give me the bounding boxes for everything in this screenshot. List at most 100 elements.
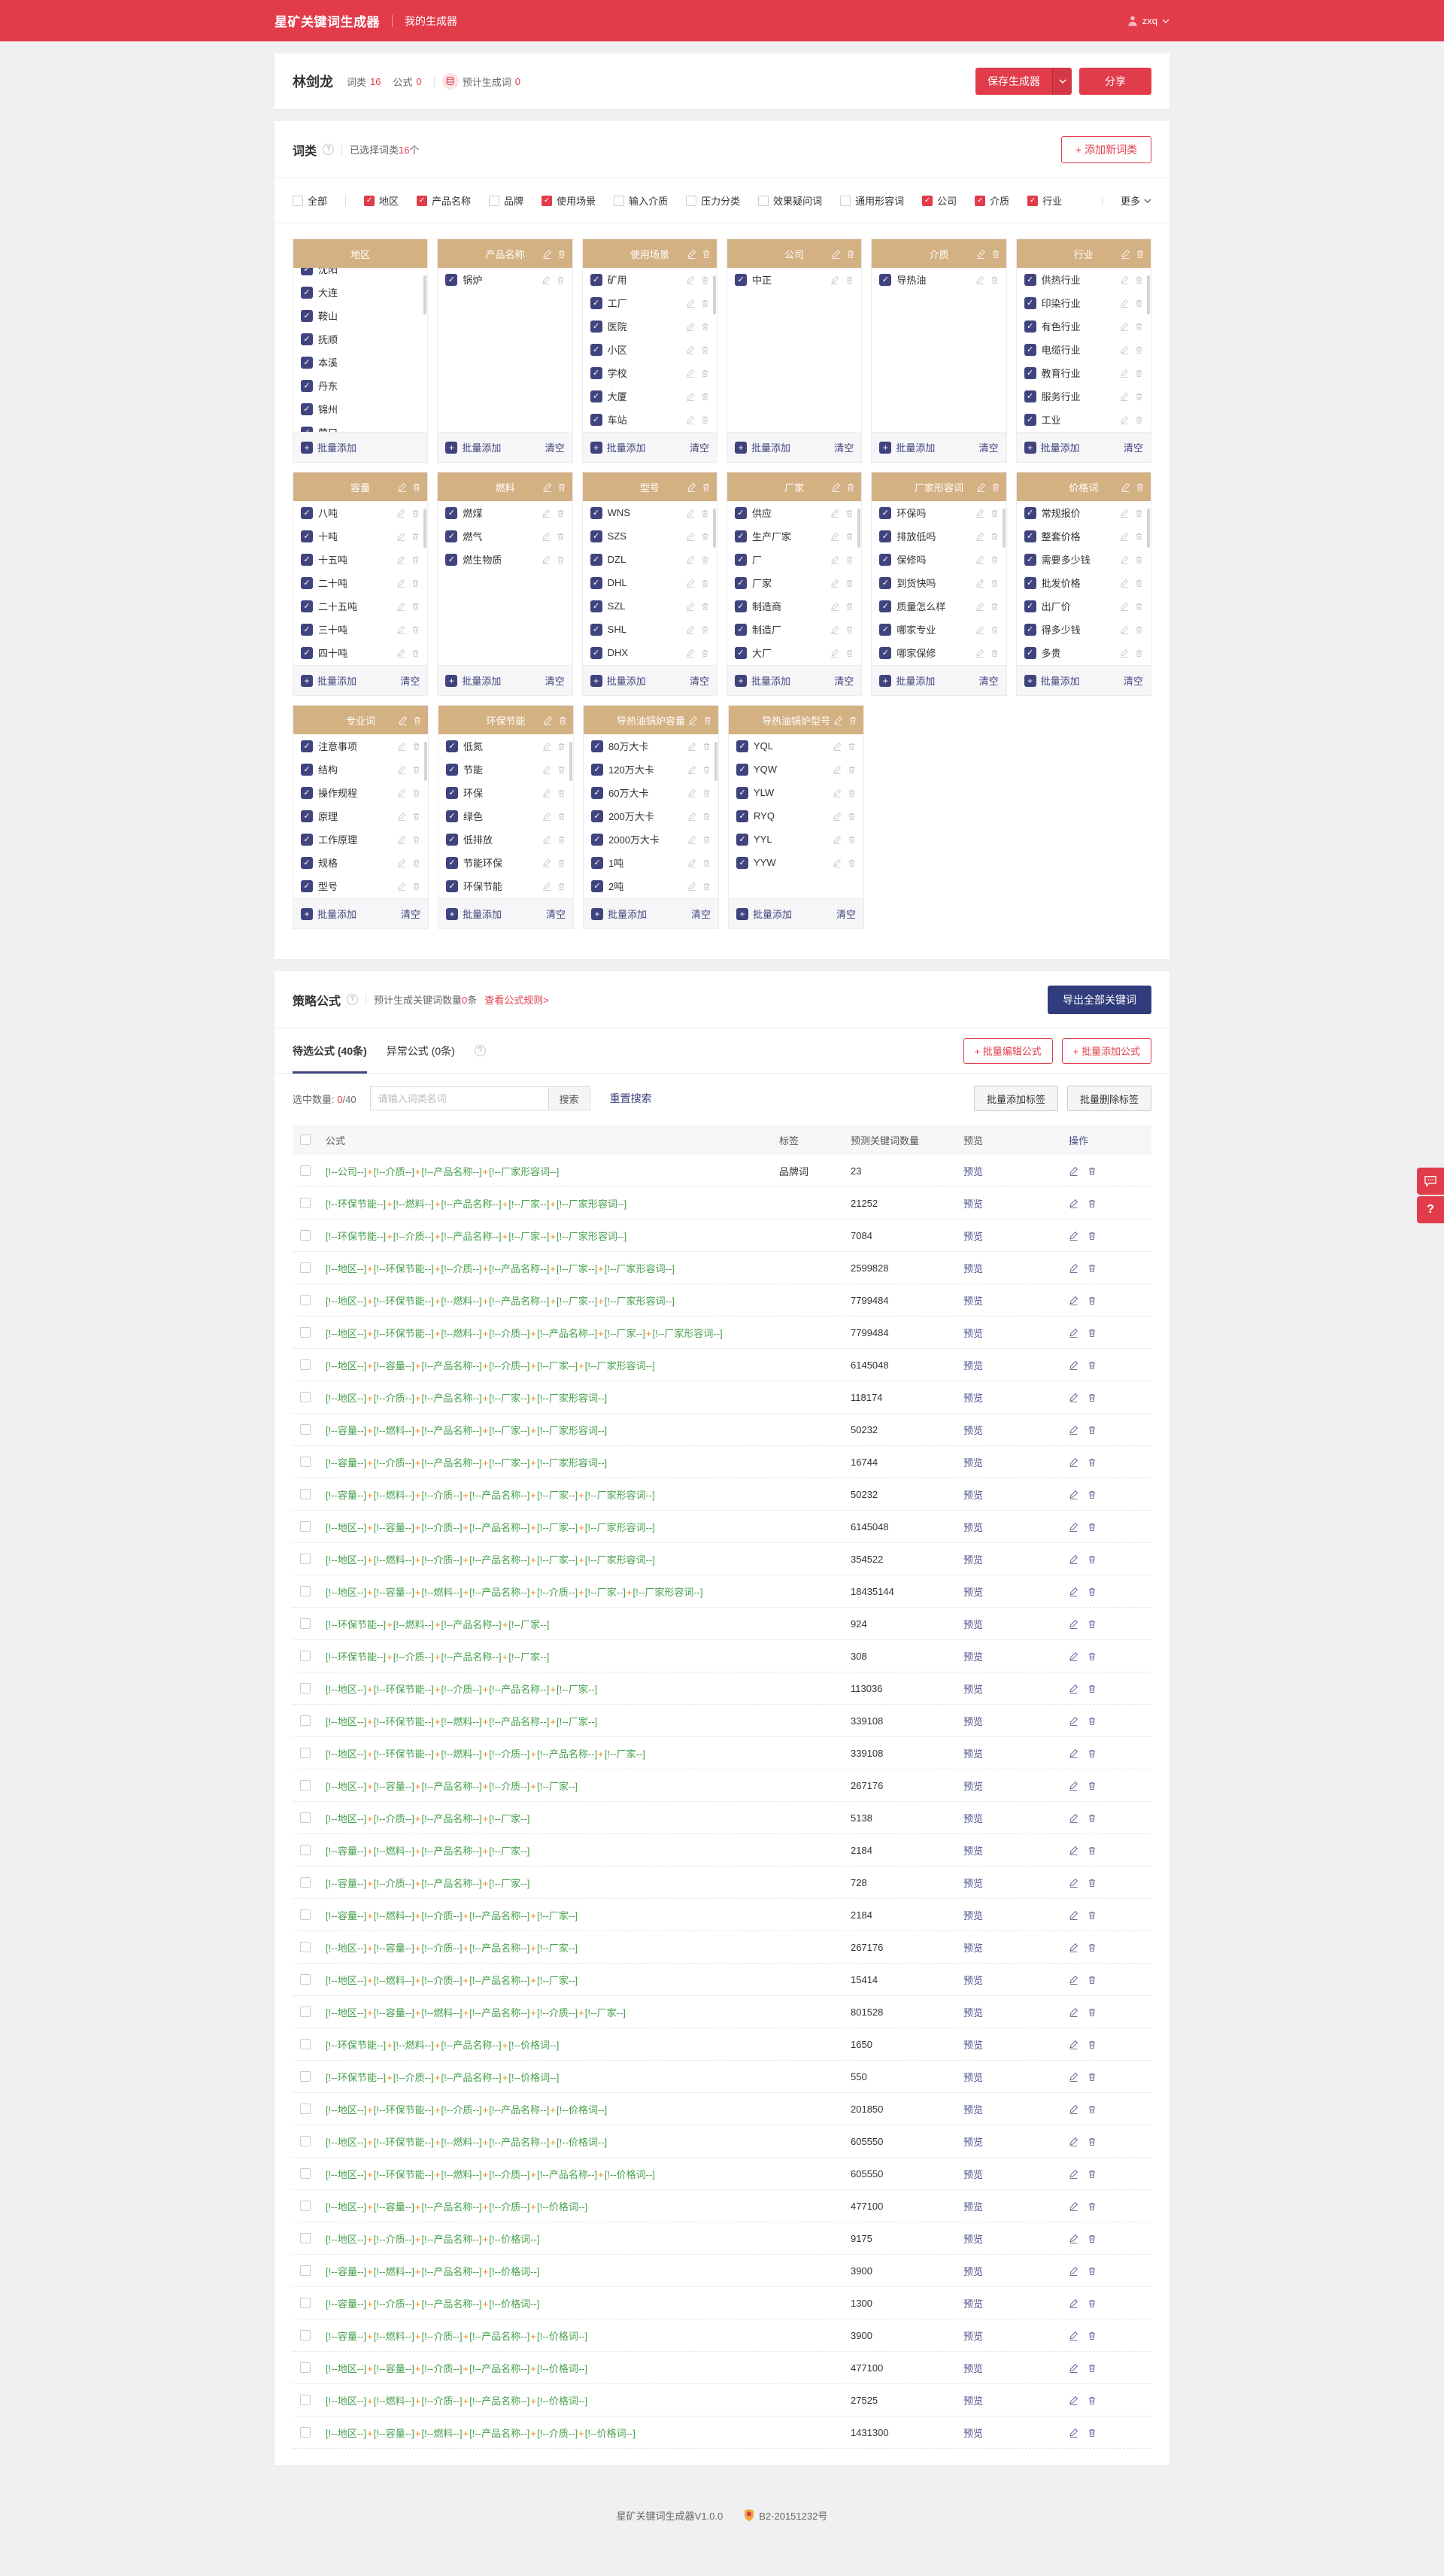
word-checkbox[interactable]: ✓ (446, 879, 458, 892)
edit-icon[interactable] (833, 765, 842, 774)
scrollbar[interactable] (423, 275, 427, 314)
edit-icon[interactable] (687, 788, 696, 797)
word-checkbox[interactable]: ✓ (879, 576, 892, 589)
word-checkbox[interactable]: ✓ (879, 646, 892, 659)
delete-icon[interactable] (411, 555, 420, 564)
word-checkbox[interactable]: ✓ (301, 833, 313, 846)
delete-icon[interactable] (848, 715, 857, 725)
delete-icon[interactable] (1135, 555, 1143, 564)
preview-link[interactable]: 预览 (963, 1587, 983, 1598)
delete-icon[interactable] (412, 858, 420, 867)
edit-icon[interactable] (830, 625, 839, 634)
word-checkbox[interactable]: ✓ (301, 879, 313, 892)
delete-icon[interactable] (411, 532, 420, 541)
word-checkbox[interactable]: ✓ (301, 506, 313, 519)
preview-link[interactable]: 预览 (963, 2298, 983, 2310)
edit-icon[interactable] (397, 482, 407, 492)
delete-icon[interactable] (702, 788, 711, 797)
delete-icon[interactable] (412, 765, 420, 774)
edit-icon[interactable] (396, 625, 405, 634)
edit-icon[interactable] (397, 812, 406, 821)
delete-icon[interactable] (701, 509, 709, 518)
edit-icon[interactable] (1120, 625, 1129, 634)
scrollbar[interactable] (569, 742, 572, 781)
edit-icon[interactable] (542, 788, 551, 797)
help-icon[interactable]: ? (474, 1045, 486, 1056)
delete-icon[interactable] (557, 812, 566, 821)
delete-icon[interactable] (990, 579, 999, 588)
edit-icon[interactable] (397, 882, 406, 891)
delete-icon[interactable] (1088, 1910, 1097, 1920)
word-checkbox[interactable]: ✓ (590, 273, 602, 286)
delete-icon[interactable] (557, 532, 565, 541)
filter-checkbox[interactable] (364, 195, 375, 206)
delete-icon[interactable] (1135, 579, 1143, 588)
edit-icon[interactable] (686, 532, 695, 541)
batch-add-tag-button[interactable]: 批量添加标签 (973, 1086, 1058, 1111)
clear-button[interactable]: 清空 (546, 907, 566, 921)
delete-icon[interactable] (845, 275, 854, 284)
word-checkbox[interactable]: ✓ (445, 530, 458, 542)
select-all-checkbox[interactable] (300, 1135, 311, 1145)
word-checkbox[interactable]: ✓ (590, 623, 602, 636)
edit-icon[interactable] (1069, 1490, 1078, 1499)
delete-icon[interactable] (1088, 1943, 1097, 1952)
edit-icon[interactable] (1120, 345, 1129, 354)
wordclass-filter[interactable]: 介质 (975, 193, 1009, 208)
preview-link[interactable]: 预览 (963, 1781, 983, 1792)
edit-icon[interactable] (831, 249, 841, 259)
edit-icon[interactable] (1120, 509, 1129, 518)
row-checkbox[interactable] (300, 1489, 311, 1499)
export-keywords-button[interactable]: 导出全部关键词 (1048, 985, 1151, 1014)
delete-icon[interactable] (557, 788, 566, 797)
edit-icon[interactable] (1069, 1748, 1078, 1758)
clear-button[interactable]: 清空 (401, 907, 420, 921)
word-checkbox[interactable]: ✓ (1024, 296, 1036, 309)
row-checkbox[interactable] (300, 2071, 311, 2082)
edit-icon[interactable] (1069, 1619, 1078, 1629)
wordclass-filter[interactable]: 压力分类 (686, 193, 740, 208)
delete-icon[interactable] (991, 482, 1000, 492)
preview-link[interactable]: 预览 (963, 2169, 983, 2180)
word-checkbox[interactable]: ✓ (591, 740, 603, 752)
delete-icon[interactable] (1135, 345, 1143, 354)
filter-checkbox[interactable] (922, 195, 933, 206)
edit-icon[interactable] (686, 509, 695, 518)
row-checkbox[interactable] (300, 1586, 311, 1596)
delete-icon[interactable] (848, 858, 856, 867)
clear-button[interactable]: 清空 (545, 440, 565, 454)
word-checkbox[interactable]: ✓ (879, 506, 892, 519)
word-checkbox[interactable]: ✓ (1024, 530, 1036, 542)
preview-link[interactable]: 预览 (963, 2234, 983, 2245)
edit-icon[interactable] (1069, 2234, 1078, 2243)
edit-icon[interactable] (1069, 2137, 1078, 2146)
scrollbar[interactable] (423, 509, 427, 548)
delete-icon[interactable] (991, 249, 1000, 259)
scrollbar[interactable] (1146, 275, 1150, 314)
preview-link[interactable]: 预览 (963, 2201, 983, 2213)
clear-button[interactable]: 清空 (979, 673, 999, 688)
edit-icon[interactable] (1069, 1360, 1078, 1370)
row-checkbox[interactable] (300, 1230, 311, 1241)
clear-button[interactable]: 清空 (545, 673, 565, 688)
edit-icon[interactable] (830, 532, 839, 541)
word-checkbox[interactable]: ✓ (734, 600, 747, 612)
row-checkbox[interactable] (300, 2136, 311, 2146)
wordclass-filter[interactable]: 使用场景 (542, 193, 596, 208)
delete-icon[interactable] (412, 812, 420, 821)
edit-icon[interactable] (542, 482, 552, 492)
row-checkbox[interactable] (300, 1618, 311, 1629)
preview-link[interactable]: 预览 (963, 1748, 983, 1760)
preview-link[interactable]: 预览 (963, 1457, 983, 1469)
filter-checkbox[interactable] (293, 195, 303, 206)
word-checkbox[interactable]: ✓ (591, 763, 603, 776)
row-checkbox[interactable] (300, 1909, 311, 1920)
edit-icon[interactable] (686, 392, 695, 401)
delete-icon[interactable] (701, 299, 709, 308)
batch-add-button[interactable]: + 批量添加 (1024, 440, 1080, 454)
preview-link[interactable]: 预览 (963, 1296, 983, 1307)
filter-checkbox[interactable] (840, 195, 851, 206)
edit-icon[interactable] (1069, 1393, 1078, 1402)
word-checkbox[interactable]: ✓ (1024, 413, 1036, 426)
delete-icon[interactable] (411, 649, 420, 658)
